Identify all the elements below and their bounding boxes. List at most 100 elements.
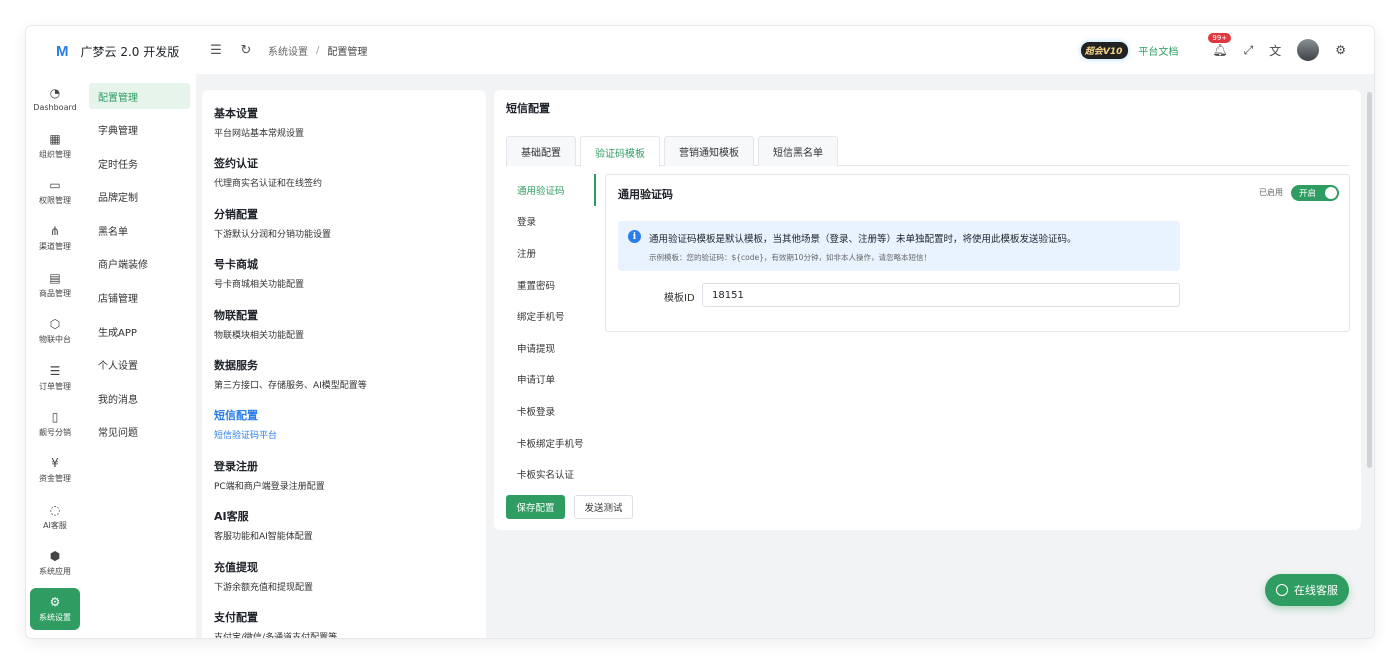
sidebar-item-label: 商品管理 [39, 288, 71, 298]
config-category-desc: 下游默认分润和分销功能设置 [214, 229, 332, 240]
sidebar-item-label: 物联中台 [39, 335, 71, 345]
fullscreen-icon[interactable]: ⤢ [1244, 43, 1254, 58]
scene-list: 通用验证码 登录 注册 重置密码 绑定手机号 申请提现 申请订单 卡板登录 卡板绑定手机号 卡板实… [506, 174, 596, 490]
send-test-button[interactable]: 发送测试 [574, 495, 633, 519]
info-example: 示例模板：您的验证码：${code}，有效期10分钟，如非本人操作，请忽略本短信… [649, 253, 931, 262]
scene-item[interactable]: 申请提现 [506, 332, 596, 364]
submenu-item[interactable]: 配置管理 [89, 83, 190, 109]
template-id-input[interactable]: 18151 [702, 283, 1180, 307]
save-config-button[interactable]: 保存配置 [506, 495, 565, 519]
config-category-list: 基本设置平台网站基本常规设置签约认证 代理商实名认证和在线签约 分销配置 下游默认分润… [202, 90, 486, 638]
sub-menu: 配置管理字典管理定时任务品牌定制黑名单商户端装修店铺管理生成APP 个人设置我的消… [84, 76, 196, 638]
config-category-item[interactable]: 基本设置平台网站基本常规设置 [214, 106, 474, 156]
tab[interactable]: 验证码模板 [580, 136, 660, 167]
submenu-item[interactable]: 商户端装修 [89, 251, 190, 277]
sidebar-item-5[interactable]: ⬡ 物联中台 [26, 308, 84, 354]
sidebar-item-2[interactable]: ▭ 权限管理 [26, 169, 84, 215]
scene-item[interactable]: 重置密码 [506, 269, 596, 301]
submenu-item[interactable]: 个人设置 [89, 352, 190, 378]
sidebar-item-0[interactable]: ◔ Dashboard [26, 76, 84, 122]
sms-config-panel: 短信配置 基础配置 验证码模板 营销通知模板 短信黑名单 通用验证码 登录 注册 重置密码绑… [494, 90, 1361, 530]
logo-area[interactable]: M 广梦云 2.0 开发版 [26, 26, 196, 76]
sidebar-item-label: 资金管理 [39, 474, 71, 484]
enabled-status-label: 已启用 [1259, 188, 1283, 197]
scene-item[interactable]: 卡板绑定手机号 [506, 427, 596, 459]
submenu-item[interactable]: 店铺管理 [89, 285, 190, 311]
iot-icon: ⬡ [49, 317, 61, 332]
sidebar-item-3[interactable]: ⋔ 渠道管理 [26, 215, 84, 261]
sidebar-item-label: Dashboard [33, 103, 77, 113]
config-category-title: 签约认证 [214, 157, 258, 171]
config-category-item[interactable]: 物联配置 物联模块相关功能配置 [214, 308, 474, 358]
store-icon: ▤ [49, 270, 61, 285]
online-support-button[interactable]: 在线客服 [1265, 574, 1349, 606]
config-category-item[interactable]: 支付配置 支付宝/微信/多通道支付配置等 [214, 610, 474, 638]
scrollbar[interactable] [1367, 92, 1372, 468]
config-category-title: 短信配置 [214, 409, 258, 423]
config-category-desc: 客服功能和AI智能体配置 [214, 532, 313, 543]
toggle-knob [1325, 187, 1337, 199]
sidebar-item-label: 靓号分销 [39, 427, 71, 437]
submenu-item[interactable]: 黑名单 [89, 217, 190, 243]
submenu-item[interactable]: 我的消息 [89, 385, 190, 411]
scene-item[interactable]: 申请订单 [506, 364, 596, 396]
sidebar-item-label: 系统应用 [39, 567, 71, 577]
submenu-item[interactable]: 常见问题 [89, 419, 190, 445]
template-id-label: 模板ID [664, 293, 695, 304]
tab[interactable]: 基础配置 [506, 136, 576, 166]
submenu-item[interactable]: 生成APP [89, 318, 190, 344]
sidebar-item-8[interactable]: ¥ 资金管理 [26, 447, 84, 493]
sidebar-item-label: 系统设置 [39, 613, 71, 623]
sidebar-item-1[interactable]: ▦ 组织管理 [26, 122, 84, 168]
config-category-title: 支付配置 [214, 610, 258, 624]
translate-icon[interactable]: 文 [1269, 42, 1281, 59]
submenu-item[interactable]: 字典管理 [89, 117, 190, 143]
money-icon: ¥ [51, 456, 59, 471]
submenu-item[interactable]: 定时任务 [89, 150, 190, 176]
vip-badge[interactable]: 超会V10 [1080, 41, 1129, 59]
sidebar-item-4[interactable]: ▤ 商品管理 [26, 262, 84, 308]
config-category-item[interactable]: 号卡商城 号卡商城相关功能配置 [214, 257, 474, 307]
config-category-item[interactable]: AI客服 客服功能和AI智能体配置 [214, 509, 474, 559]
topbar-actions: 超会V10 平台文档 🔔︎ 99+ ⤢ 文 ⚙ [1080, 26, 1346, 74]
sidebar-item-7[interactable]: ▯ 靓号分销 [26, 401, 84, 447]
toggle-label: 开启 [1299, 189, 1317, 199]
enable-toggle[interactable]: 开启 [1291, 185, 1339, 201]
info-message: 通用验证码模板是默认模板，当其他场景（登录、注册等）未单独配置时，将使用此模板发… [649, 234, 1077, 245]
avatar[interactable] [1297, 39, 1320, 61]
collapse-menu-icon[interactable]: ☰ [208, 42, 224, 58]
sidebar-item-6[interactable]: ☰ 订单管理 [26, 354, 84, 400]
config-category-item[interactable]: 登录注册 PC端和商户端登录注册配置 [214, 459, 474, 509]
config-category-title: 登录注册 [214, 459, 258, 473]
scene-item[interactable]: 登录 [506, 206, 596, 238]
refresh-icon[interactable]: ↻ [238, 42, 254, 58]
settings-gear-icon[interactable]: ⚙ [1335, 43, 1346, 57]
scene-item[interactable]: 通用验证码 [506, 174, 596, 206]
scene-item[interactable]: 注册 [506, 237, 596, 269]
config-category-title: 基本设置 [214, 107, 258, 120]
online-support-label: 在线客服 [1294, 584, 1338, 597]
scene-item[interactable]: 卡板登录 [506, 395, 596, 427]
config-category-item[interactable]: 分销配置 下游默认分润和分销功能设置 [214, 207, 474, 257]
config-category-item[interactable]: 数据服务 第三方接口、存储服务、AI模型配置等 [214, 358, 474, 408]
panel-title: 短信配置 [506, 102, 550, 115]
config-category-item[interactable]: 签约认证 代理商实名认证和在线签约 [214, 156, 474, 206]
platform-docs-link[interactable]: 平台文档 [1138, 43, 1178, 58]
sidebar-item-11[interactable]: ⚙ 系统设置 [30, 588, 80, 631]
config-category-title: 充值提现 [214, 560, 258, 574]
sidebar-item-10[interactable]: ⬢ 系统应用 [26, 540, 84, 586]
scene-item[interactable]: 绑定手机号 [506, 300, 596, 332]
config-category-item[interactable]: 充值提现 下游余额充值和提现配置 [214, 560, 474, 610]
submenu-item[interactable]: 品牌定制 [89, 184, 190, 210]
config-category-title: 数据服务 [214, 358, 258, 372]
config-category-item[interactable]: 短信配置 短信验证码平台 [214, 408, 474, 458]
scene-item[interactable]: 卡板实名认证 [506, 458, 596, 490]
tab[interactable]: 营销通知模板 [664, 136, 754, 166]
app-window: M 广梦云 2.0 开发版 ☰ ↻ 系统设置 / 配置管理 超会V10 平台文档… [26, 26, 1374, 638]
sidebar-item-9[interactable]: ◌ AI客服 [26, 494, 84, 540]
breadcrumb-parent[interactable]: 系统设置 [268, 43, 308, 58]
config-category-desc: 平台网站基本常规设置 [214, 129, 305, 139]
config-category-title: 号卡商城 [214, 258, 258, 272]
tab[interactable]: 短信黑名单 [758, 136, 838, 166]
bell-icon[interactable]: 🔔︎ 99+ [1208, 33, 1232, 57]
